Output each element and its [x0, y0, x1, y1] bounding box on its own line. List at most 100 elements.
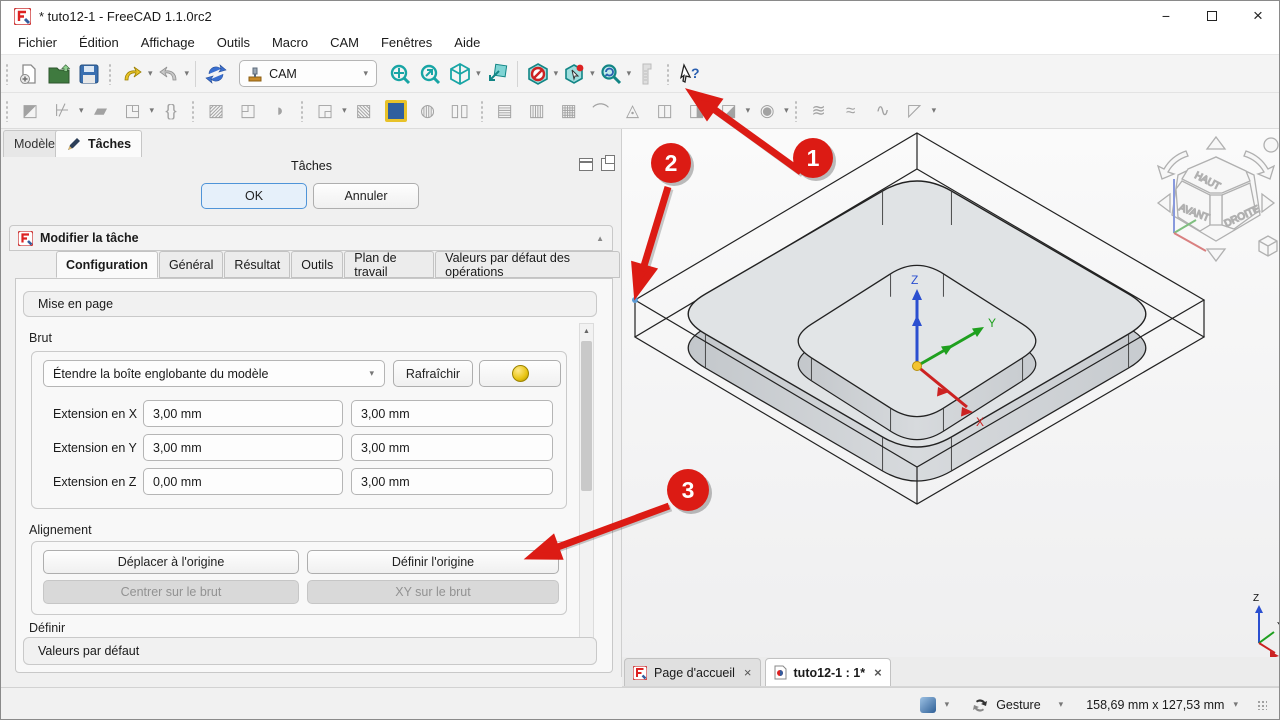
close-button[interactable]: × — [1235, 1, 1280, 31]
toolbar-drag-handle[interactable] — [480, 100, 485, 122]
viewport-dimensions[interactable]: 158,69 mm x 127,53 mm — [1086, 698, 1224, 712]
collapse-icon[interactable]: ▲ — [596, 234, 604, 243]
extension-x-pos-field[interactable]: 3,00 mm — [351, 400, 553, 427]
stock-corner-datum-point[interactable] — [632, 297, 638, 303]
tab-start-page[interactable]: Page d'accueil × — [624, 658, 761, 686]
toolbar-drag-handle[interactable] — [666, 63, 671, 85]
tab-configuration[interactable]: Configuration — [56, 251, 158, 278]
menu-macro[interactable]: Macro — [261, 32, 319, 53]
tab-label: Configuration — [66, 258, 148, 272]
menu-outils[interactable]: Outils — [206, 32, 261, 53]
menu-fichier[interactable]: Fichier — [7, 32, 68, 53]
dock-panel-icon[interactable] — [579, 158, 593, 171]
layout-section-bar[interactable]: Mise en page — [23, 291, 597, 317]
extension-y-pos-field[interactable]: 3,00 mm — [351, 434, 553, 461]
open-document-button[interactable] — [44, 59, 74, 89]
panel-scrollbar[interactable]: ▲ ▼ — [579, 323, 594, 663]
cam-caret-icon: ▾ — [932, 105, 937, 116]
simulate-caret-icon[interactable]: ▾ — [627, 68, 632, 79]
toolbar-drag-handle[interactable] — [794, 100, 799, 122]
3d-viewport[interactable]: Z Y X HAUT AVANT DROITE — [622, 129, 1280, 657]
move-to-origin-button[interactable]: Déplacer à l'origine — [43, 550, 299, 574]
zoom-selection-button[interactable] — [482, 59, 512, 89]
field-value: 0,00 mm — [153, 475, 202, 489]
redo-button[interactable] — [154, 59, 184, 89]
tab-outils[interactable]: Outils — [291, 251, 343, 278]
tab-resultat[interactable]: Résultat — [224, 251, 290, 278]
scroll-up-icon[interactable]: ▲ — [580, 324, 593, 339]
fit-all-button[interactable] — [385, 59, 415, 89]
close-tab-icon[interactable]: × — [874, 665, 882, 680]
cancel-button[interactable]: Annuler — [313, 183, 419, 209]
button-label: Définir l'origine — [392, 555, 474, 569]
title-bar[interactable]: * tuto12-1 - FreeCAD 1.1.0rc2 − × — [1, 1, 1280, 31]
undo-caret-icon[interactable]: ▾ — [148, 68, 153, 79]
toolbar-drag-handle[interactable] — [300, 100, 305, 122]
task-dialog-header[interactable]: Modifier la tâche ▲ — [9, 225, 613, 251]
resize-grip[interactable] — [1257, 700, 1267, 710]
y-axis-label: Y — [988, 316, 996, 330]
navigation-cube[interactable]: HAUT AVANT DROITE — [1158, 137, 1278, 261]
tab-plan-de-travail[interactable]: Plan de travail — [344, 251, 434, 278]
save-document-button[interactable] — [74, 59, 104, 89]
cam-caret-icon: ▾ — [784, 105, 789, 116]
extension-y-neg-field[interactable]: 3,00 mm — [143, 434, 343, 461]
float-panel-icon[interactable] — [601, 158, 615, 171]
menu-cam[interactable]: CAM — [319, 32, 370, 53]
nav-style-caret-icon[interactable]: ▾ — [1059, 699, 1064, 710]
tab-label: Général — [169, 258, 213, 272]
render-style-caret-icon[interactable]: ▾ — [945, 699, 950, 710]
close-tab-icon[interactable]: × — [744, 665, 752, 680]
fit-selection-button[interactable] — [415, 59, 445, 89]
menu-edition[interactable]: Édition — [68, 32, 130, 53]
navcube-isometric-icon — [1259, 236, 1277, 256]
navcube-rotate-left-icon — [1158, 194, 1170, 212]
tab-valeurs-par-defaut[interactable]: Valeurs par défaut des opérations — [435, 251, 620, 278]
toolbar-drag-handle[interactable] — [108, 63, 113, 85]
extension-z-pos-field[interactable]: 3,00 mm — [351, 468, 553, 495]
extension-x-neg-field[interactable]: 3,00 mm — [143, 400, 343, 427]
undo-button[interactable] — [117, 59, 147, 89]
refresh-button[interactable] — [201, 59, 231, 89]
stock-color-button[interactable] — [479, 360, 561, 387]
menu-affichage[interactable]: Affichage — [130, 32, 206, 53]
set-origin-button[interactable]: Définir l'origine — [307, 550, 559, 574]
stop-operation-caret-icon[interactable]: ▾ — [554, 68, 559, 79]
maximize-button[interactable] — [1189, 1, 1235, 31]
stock-mode-dropdown[interactable]: Étendre la boîte englobante du modèle ▾ — [43, 360, 385, 387]
whats-this-button[interactable]: ? — [675, 59, 705, 89]
menu-aide[interactable]: Aide — [443, 32, 491, 53]
simulate-refresh-button[interactable] — [596, 59, 626, 89]
cam-active-job-icon[interactable] — [385, 100, 407, 122]
draw-style-button[interactable] — [445, 59, 475, 89]
toolbar-drag-handle[interactable] — [5, 63, 10, 85]
redo-caret-icon[interactable]: ▾ — [185, 68, 190, 79]
menu-fenetres[interactable]: Fenêtres — [370, 32, 443, 53]
defaults-section-bar[interactable]: Valeurs par défaut — [23, 637, 597, 665]
cam-caret-icon: ▾ — [79, 105, 84, 116]
window-controls: − × — [1143, 1, 1280, 31]
tab-general[interactable]: Général — [159, 251, 223, 278]
refresh-stock-button[interactable]: Rafraîchir — [393, 360, 473, 387]
ok-button[interactable]: OK — [201, 183, 307, 209]
extension-z-neg-field[interactable]: 0,00 mm — [143, 468, 343, 495]
nav-style-value[interactable]: Gesture — [996, 698, 1040, 712]
dimensions-caret-icon[interactable]: ▾ — [1233, 699, 1238, 710]
toggle-operation-visibility-button[interactable] — [559, 59, 589, 89]
cam-op-icon: ◨ — [684, 98, 710, 124]
tab-tasks[interactable]: Tâches — [55, 130, 142, 157]
workbench-selector[interactable]: CAM ▾ — [239, 60, 377, 87]
stop-operation-button[interactable] — [523, 59, 553, 89]
toolbar-separator — [517, 61, 518, 87]
toolbar-drag-handle[interactable] — [5, 100, 10, 122]
ok-button-label: OK — [245, 189, 263, 203]
tab-document[interactable]: tuto12-1 : 1* × — [765, 658, 891, 686]
scrollbar-thumb[interactable] — [581, 341, 592, 491]
toggle-operation-visibility-caret-icon[interactable]: ▾ — [590, 68, 595, 79]
new-document-button[interactable] — [14, 59, 44, 89]
minimize-button[interactable]: − — [1143, 1, 1189, 31]
render-style-icon[interactable] — [920, 697, 936, 713]
toolbar-drag-handle[interactable] — [191, 100, 196, 122]
draw-style-caret-icon[interactable]: ▾ — [476, 68, 481, 79]
tab-label: Résultat — [234, 258, 280, 272]
